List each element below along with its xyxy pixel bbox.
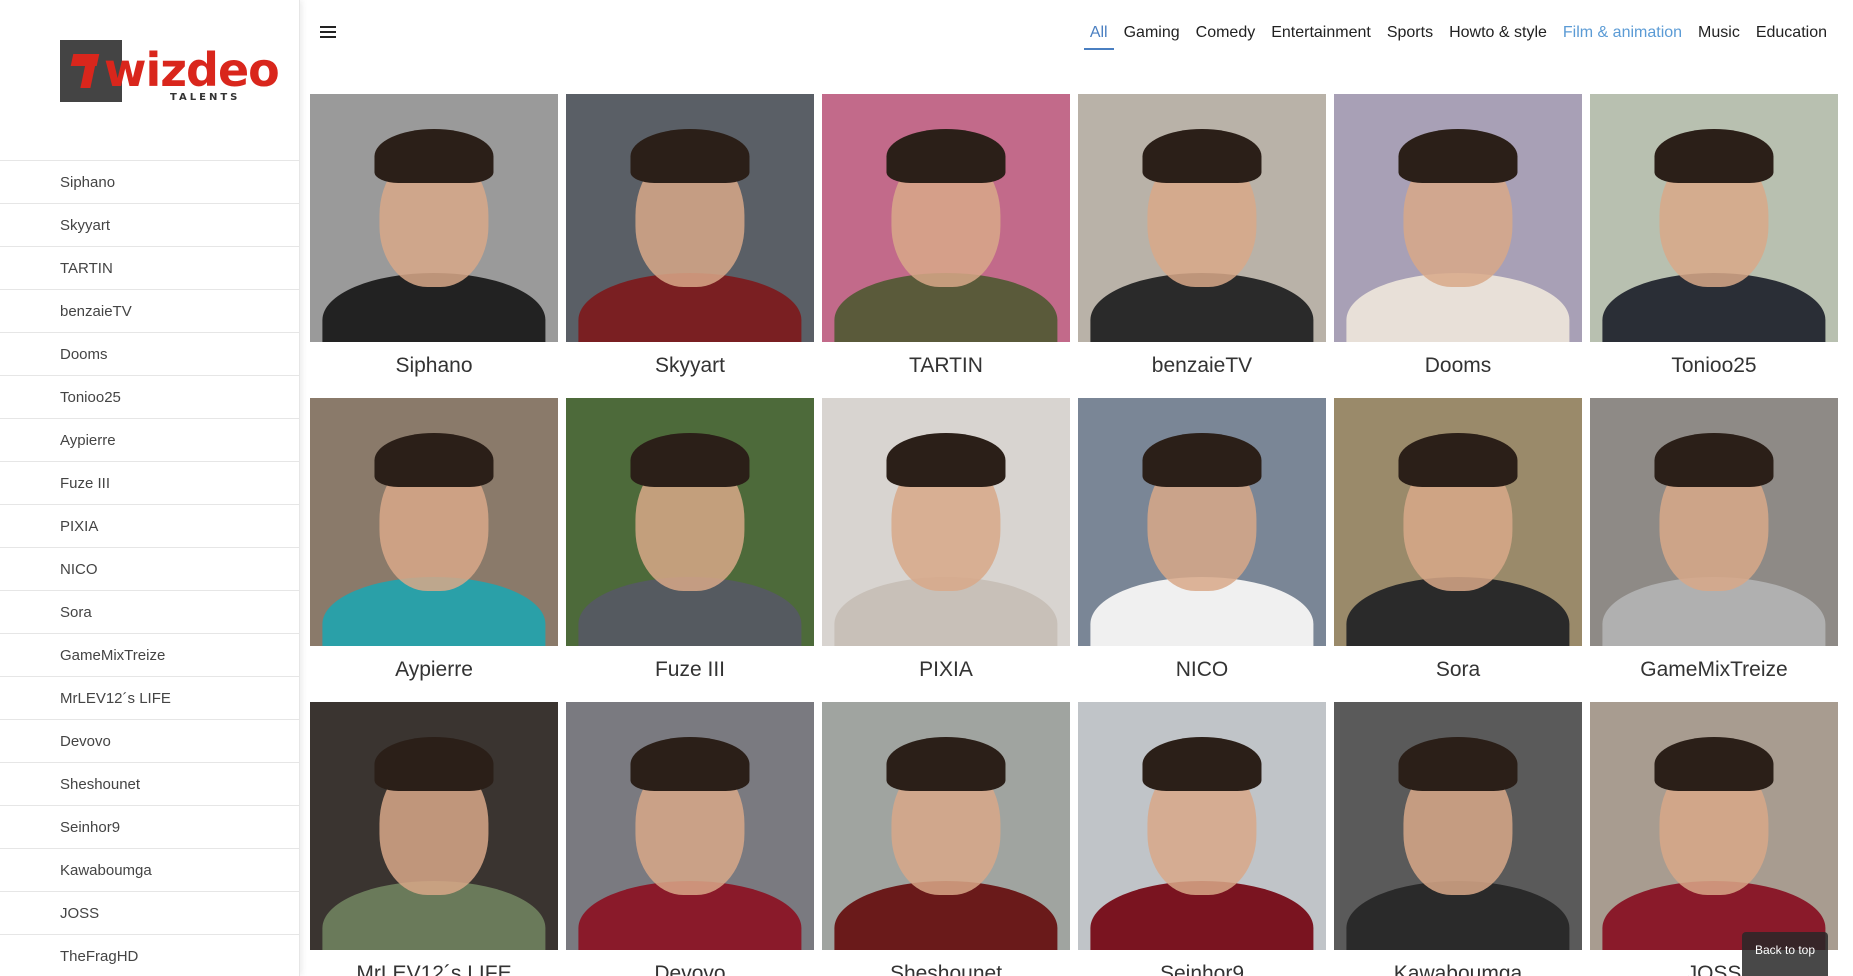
talent-photo[interactable] bbox=[310, 702, 558, 950]
talent-photo[interactable] bbox=[310, 398, 558, 646]
talent-card[interactable]: Fuze III bbox=[566, 398, 814, 702]
talent-photo[interactable] bbox=[1590, 94, 1838, 342]
talent-photo[interactable] bbox=[1334, 94, 1582, 342]
talent-photo[interactable] bbox=[1590, 702, 1838, 950]
talent-name[interactable]: Tonioo25 bbox=[1590, 342, 1838, 398]
talent-name[interactable]: NICO bbox=[1078, 646, 1326, 702]
talent-card[interactable]: Aypierre bbox=[310, 398, 558, 702]
talent-name[interactable]: TARTIN bbox=[822, 342, 1070, 398]
sidebar-item-talent[interactable]: GameMixTreize bbox=[0, 633, 299, 676]
logo-subtitle: TALENTS bbox=[170, 92, 241, 103]
talent-card[interactable]: Skyyart bbox=[566, 94, 814, 398]
sidebar-item-talent[interactable]: Siphano bbox=[0, 160, 299, 203]
talent-card[interactable]: Dooms bbox=[1334, 94, 1582, 398]
talent-name[interactable]: GameMixTreize bbox=[1590, 646, 1838, 702]
talent-photo[interactable] bbox=[822, 702, 1070, 950]
sidebar-item-talent[interactable]: Kawaboumga bbox=[0, 848, 299, 891]
sidebar-item-talent[interactable]: NICO bbox=[0, 547, 299, 590]
talent-name[interactable]: Sheshounet bbox=[822, 950, 1070, 976]
talent-name[interactable]: MrLEV12´s LIFE bbox=[310, 950, 558, 976]
tab-howto-style[interactable]: Howto & style bbox=[1441, 20, 1555, 46]
talent-photo[interactable] bbox=[1078, 398, 1326, 646]
talent-card[interactable]: Devovo bbox=[566, 702, 814, 976]
sidebar-item-talent[interactable]: PIXIA bbox=[0, 504, 299, 547]
talent-name[interactable]: Skyyart bbox=[566, 342, 814, 398]
talent-card[interactable]: MrLEV12´s LIFE bbox=[310, 702, 558, 976]
sidebar-item-talent[interactable]: Dooms bbox=[0, 332, 299, 375]
sidebar-item-talent[interactable]: MrLEV12´s LIFE bbox=[0, 676, 299, 719]
talent-list: Siphano Skyyart TARTIN benzaieTV Dooms Tonioo… bbox=[0, 160, 299, 976]
talent-photo[interactable] bbox=[1334, 702, 1582, 950]
talent-name[interactable]: Siphano bbox=[310, 342, 558, 398]
sidebar-item-talent[interactable]: Sora bbox=[0, 590, 299, 633]
sidebar-item-talent[interactable]: TARTIN bbox=[0, 246, 299, 289]
talent-card[interactable]: Kawaboumga bbox=[1334, 702, 1582, 976]
talent-photo[interactable] bbox=[1334, 398, 1582, 646]
talent-name[interactable]: Aypierre bbox=[310, 646, 558, 702]
talent-card[interactable]: Sora bbox=[1334, 398, 1582, 702]
back-to-top-button[interactable]: Back to top bbox=[1742, 932, 1828, 976]
talent-name[interactable]: Kawaboumga bbox=[1334, 950, 1582, 976]
talent-name[interactable]: Devovo bbox=[566, 950, 814, 976]
talent-name[interactable]: PIXIA bbox=[822, 646, 1070, 702]
sidebar-item-talent[interactable]: benzaieTV bbox=[0, 289, 299, 332]
talent-photo[interactable] bbox=[566, 94, 814, 342]
sidebar-item-talent[interactable]: TheFragHD bbox=[0, 934, 299, 976]
tab-entertainment[interactable]: Entertainment bbox=[1263, 20, 1379, 46]
talent-card[interactable]: GameMixTreize bbox=[1590, 398, 1838, 702]
talent-grid: Siphano Skyyart TARTIN benzaieTV Dooms Tonioo… bbox=[310, 94, 1840, 976]
talent-name[interactable]: Seinhor9 bbox=[1078, 950, 1326, 976]
sidebar-item-talent[interactable]: Sheshounet bbox=[0, 762, 299, 805]
category-nav: All Gaming Comedy Entertainment Sports Howto … bbox=[1082, 20, 1835, 50]
sidebar-item-talent[interactable]: Tonioo25 bbox=[0, 375, 299, 418]
sidebar-item-talent[interactable]: Skyyart bbox=[0, 203, 299, 246]
talent-photo[interactable] bbox=[566, 398, 814, 646]
sidebar-item-talent[interactable]: JOSS bbox=[0, 891, 299, 934]
tab-music[interactable]: Music bbox=[1690, 20, 1748, 46]
talent-name[interactable]: Fuze III bbox=[566, 646, 814, 702]
sidebar-item-talent[interactable]: Seinhor9 bbox=[0, 805, 299, 848]
talent-name[interactable]: benzaieTV bbox=[1078, 342, 1326, 398]
tab-gaming[interactable]: Gaming bbox=[1116, 20, 1188, 46]
talent-photo[interactable] bbox=[310, 94, 558, 342]
hamburger-menu-icon[interactable] bbox=[320, 26, 336, 40]
talent-name[interactable]: Dooms bbox=[1334, 342, 1582, 398]
talent-card[interactable]: NICO bbox=[1078, 398, 1326, 702]
talent-photo[interactable] bbox=[822, 398, 1070, 646]
talent-card[interactable]: Siphano bbox=[310, 94, 558, 398]
tab-comedy[interactable]: Comedy bbox=[1188, 20, 1264, 46]
talent-photo[interactable] bbox=[566, 702, 814, 950]
sidebar: wizdeo TALENTS Siphano Skyyart TARTIN benza… bbox=[0, 0, 300, 976]
sidebar-item-talent[interactable]: Fuze III bbox=[0, 461, 299, 504]
tab-all[interactable]: All bbox=[1082, 20, 1116, 50]
talent-photo[interactable] bbox=[1078, 702, 1326, 950]
sidebar-item-talent[interactable]: Devovo bbox=[0, 719, 299, 762]
talent-card[interactable]: benzaieTV bbox=[1078, 94, 1326, 398]
tab-film-animation[interactable]: Film & animation bbox=[1555, 20, 1690, 46]
talent-card[interactable]: Sheshounet bbox=[822, 702, 1070, 976]
talent-card[interactable]: PIXIA bbox=[822, 398, 1070, 702]
sidebar-item-talent[interactable]: Aypierre bbox=[0, 418, 299, 461]
wizdeo-logo[interactable]: wizdeo TALENTS bbox=[60, 40, 280, 104]
talent-card[interactable]: Seinhor9 bbox=[1078, 702, 1326, 976]
talent-photo[interactable] bbox=[1590, 398, 1838, 646]
logo-word: wizdeo bbox=[104, 43, 280, 97]
talent-name[interactable]: Sora bbox=[1334, 646, 1582, 702]
talent-card[interactable]: Tonioo25 bbox=[1590, 94, 1838, 398]
tab-sports[interactable]: Sports bbox=[1379, 20, 1441, 46]
talent-photo[interactable] bbox=[1078, 94, 1326, 342]
tab-education[interactable]: Education bbox=[1748, 20, 1835, 46]
talent-photo[interactable] bbox=[822, 94, 1070, 342]
talent-card[interactable]: TARTIN bbox=[822, 94, 1070, 398]
